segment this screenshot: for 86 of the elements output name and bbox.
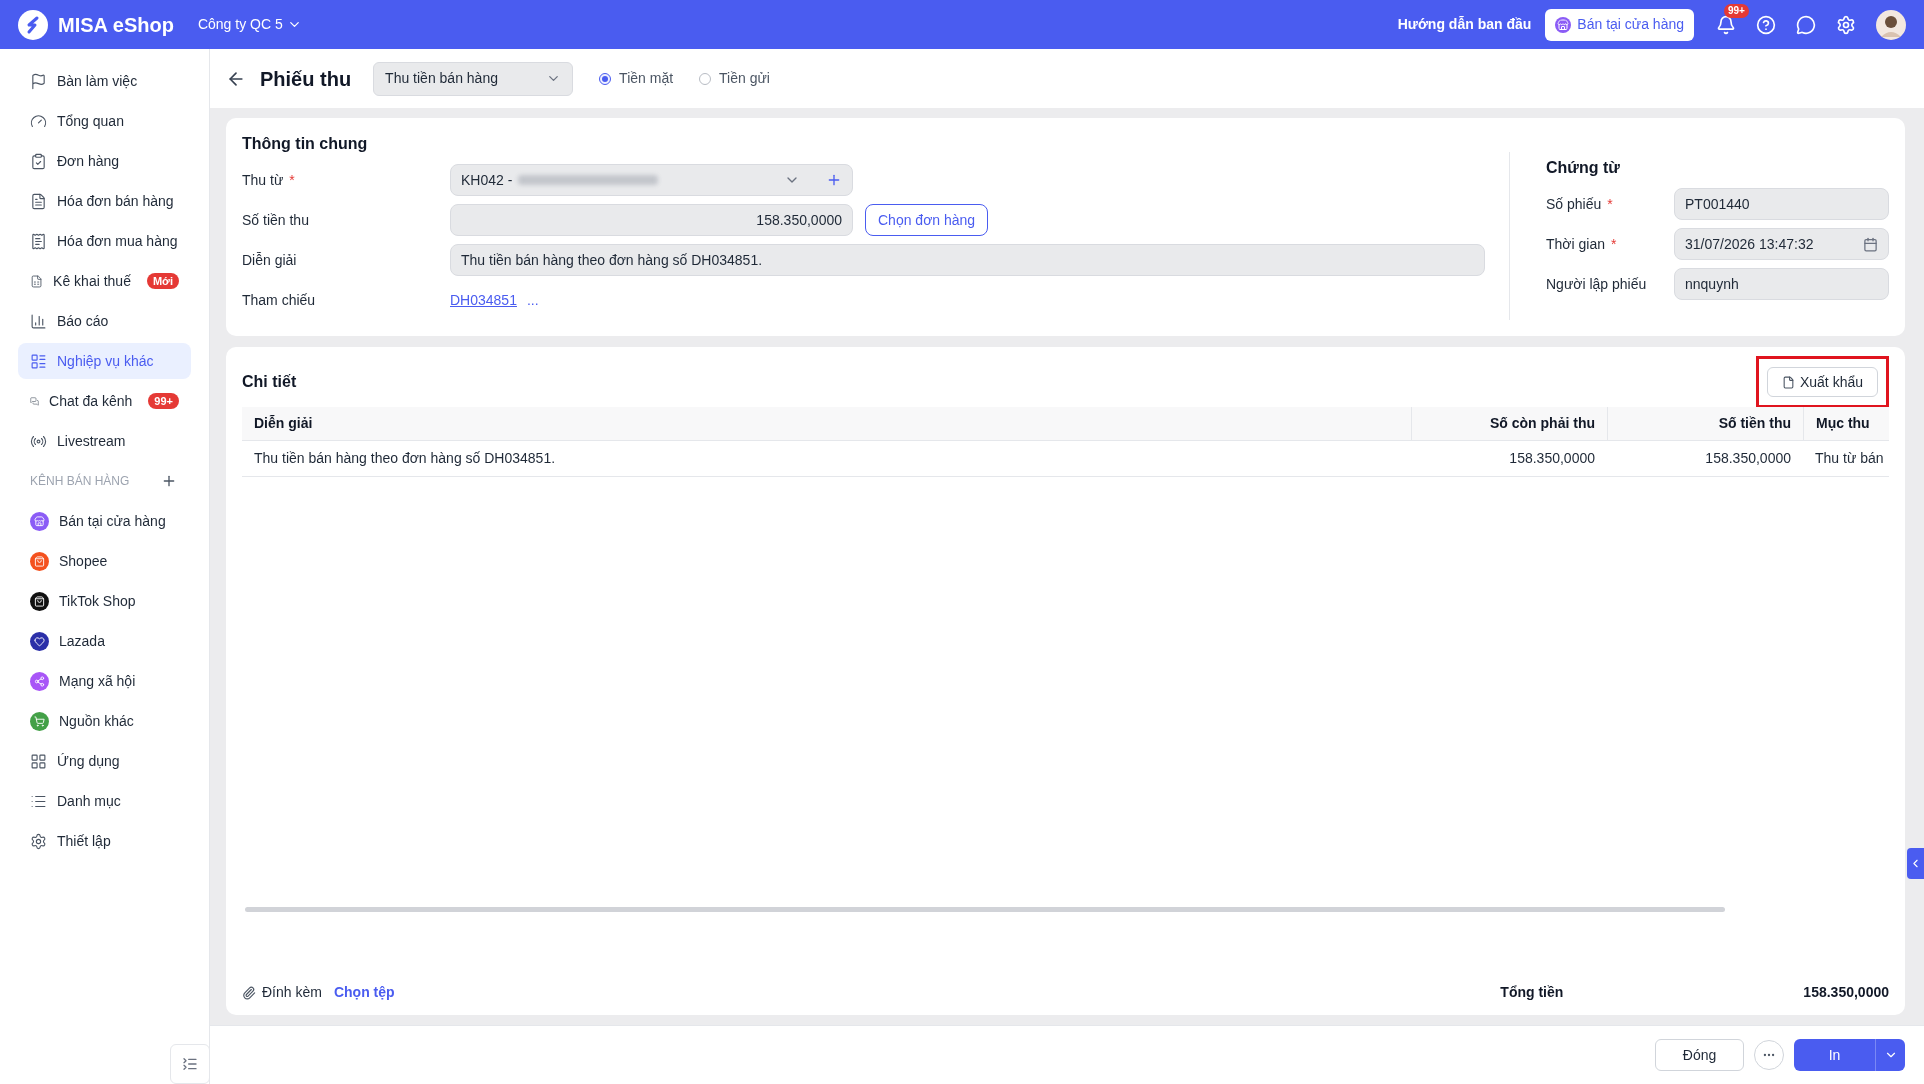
sidebar-item[interactable]: Ứng dụng (18, 743, 191, 779)
sidebar-item[interactable]: Hóa đơn bán hàng (18, 183, 191, 219)
channel-item[interactable]: TikTok Shop (18, 581, 191, 621)
print-button[interactable]: In (1794, 1039, 1905, 1071)
collapse-sidebar-button[interactable] (170, 1044, 210, 1084)
channel-item[interactable]: Mạng xã hội (18, 661, 191, 701)
total-label: Tổng tiền (1500, 983, 1564, 1002)
sidebar-item[interactable]: Danh mục (18, 783, 191, 819)
company-select[interactable]: Công ty QC 5 (197, 14, 302, 35)
sidebar-item[interactable]: Tổng quan (18, 103, 191, 139)
export-button[interactable]: Xuất khẩu (1766, 367, 1878, 397)
total-value: 158.350,0000 (1803, 983, 1889, 1002)
file-icon (1781, 375, 1795, 389)
field-label: Tham chiếu (242, 290, 316, 310)
table-cell-text: 158.350,0000 (1704, 449, 1792, 468)
sidebar-item[interactable]: Livestream (18, 423, 191, 459)
sidebar-item[interactable]: Bàn làm việc (18, 63, 191, 99)
table-cell-text: 158.350,0000 (1508, 449, 1596, 468)
store-icon (1555, 16, 1572, 33)
column-header: Số còn phải thu (1411, 407, 1607, 440)
table-cell-text: Thu từ bán (1814, 449, 1885, 468)
order-link[interactable]: DH034851 (450, 289, 517, 311)
amount-field[interactable]: 158.350,0000 (450, 204, 853, 236)
channel-item[interactable]: Lazada (18, 621, 191, 661)
field-label: Số tiền thu (242, 210, 309, 230)
page-title: Phiếu thu (260, 66, 352, 92)
required-mark: * (1607, 194, 1613, 214)
radio-label[interactable]: Tiền gửi (719, 68, 770, 89)
choose-file-link[interactable]: Chọn tệp (333, 982, 395, 1003)
notification-icon[interactable] (1716, 14, 1736, 35)
channel-item[interactable]: Shopee (18, 541, 191, 581)
field-label: Diễn giải (242, 250, 297, 270)
required-mark: * (1611, 234, 1617, 254)
column-header: Mục thu (1803, 407, 1889, 440)
sidebar-item[interactable]: Hóa đơn mua hàng (18, 223, 191, 259)
field-label: Thời gian (1546, 234, 1605, 254)
date-field[interactable]: 31/07/2026 13:47:32 (1674, 228, 1889, 260)
settings-icon[interactable] (1836, 14, 1856, 35)
count-badge: Mới (146, 273, 179, 289)
radio-label[interactable]: Tiền mặt (619, 68, 674, 89)
channel-item[interactable]: Bán tại cửa hàng (18, 501, 191, 541)
paperclip-icon (242, 985, 256, 1000)
column-header: Diễn giải (253, 414, 314, 433)
sidebar-item[interactable]: Nghiệp vụ khác (18, 343, 191, 379)
sidebar-item[interactable]: Thiết lập (18, 823, 191, 859)
text-field[interactable]: PT001440 (1674, 188, 1889, 220)
horizontal-scrollbar[interactable] (245, 907, 1725, 912)
section-title: Thông tin chung (242, 134, 369, 154)
store-button[interactable]: Bán tại cửa hàng (1545, 8, 1694, 41)
section-title: Chi tiết (242, 372, 297, 392)
calendar-icon (1863, 236, 1878, 252)
add-channel-icon[interactable] (161, 473, 177, 489)
text-field[interactable]: nnquynh (1674, 268, 1889, 300)
chat-icon[interactable] (1796, 14, 1816, 35)
type-select[interactable]: Thu tiền bán hàng (373, 61, 574, 96)
table-cell-text: Thu tiền bán hàng theo đơn hàng số DH034851. (253, 449, 557, 468)
logo-icon (18, 9, 48, 40)
sidebar-item[interactable]: Đơn hàng (18, 143, 191, 179)
section-title: Chứng từ (1546, 158, 1621, 178)
choose-order-button[interactable]: Chọn đơn hàng (865, 204, 989, 236)
sidebar-item[interactable]: Báo cáo (18, 303, 191, 339)
radio-button[interactable] (699, 72, 712, 85)
add-icon[interactable] (826, 172, 842, 188)
field-label: Thu từ (242, 170, 284, 190)
guide-link[interactable]: Hướng dẫn ban đầu (1397, 14, 1532, 35)
brand-name: MISA eShop (58, 12, 174, 38)
more-link[interactable]: ... (526, 289, 539, 311)
count-badge: 99+ (148, 393, 179, 409)
field-label: Người lập phiếu (1546, 274, 1647, 294)
attach-label: Đính kèm (262, 983, 322, 1002)
collapse-icon (182, 1056, 198, 1072)
customer-select[interactable]: KH042 - (450, 164, 853, 196)
notification-badge: 99+ (1724, 3, 1749, 18)
sidebar-item[interactable]: Kê khai thuế Mới (18, 263, 191, 299)
side-panel-tab[interactable] (1907, 848, 1924, 879)
channel-item[interactable]: Nguồn khác (18, 701, 191, 741)
help-icon[interactable] (1756, 14, 1776, 35)
section-title: KÊNH BÁN HÀNG (30, 472, 130, 490)
close-button[interactable]: Đóng (1655, 1039, 1744, 1071)
sidebar-item[interactable]: Chat đa kênh 99+ (18, 383, 191, 419)
required-mark: * (289, 170, 295, 190)
avatar[interactable] (1876, 9, 1906, 40)
radio-button[interactable] (599, 72, 612, 85)
column-header: Số tiền thu (1607, 407, 1803, 440)
field-label: Số phiếu (1546, 194, 1602, 214)
text-field[interactable]: Thu tiền bán hàng theo đơn hàng số DH034851. (450, 244, 1485, 276)
